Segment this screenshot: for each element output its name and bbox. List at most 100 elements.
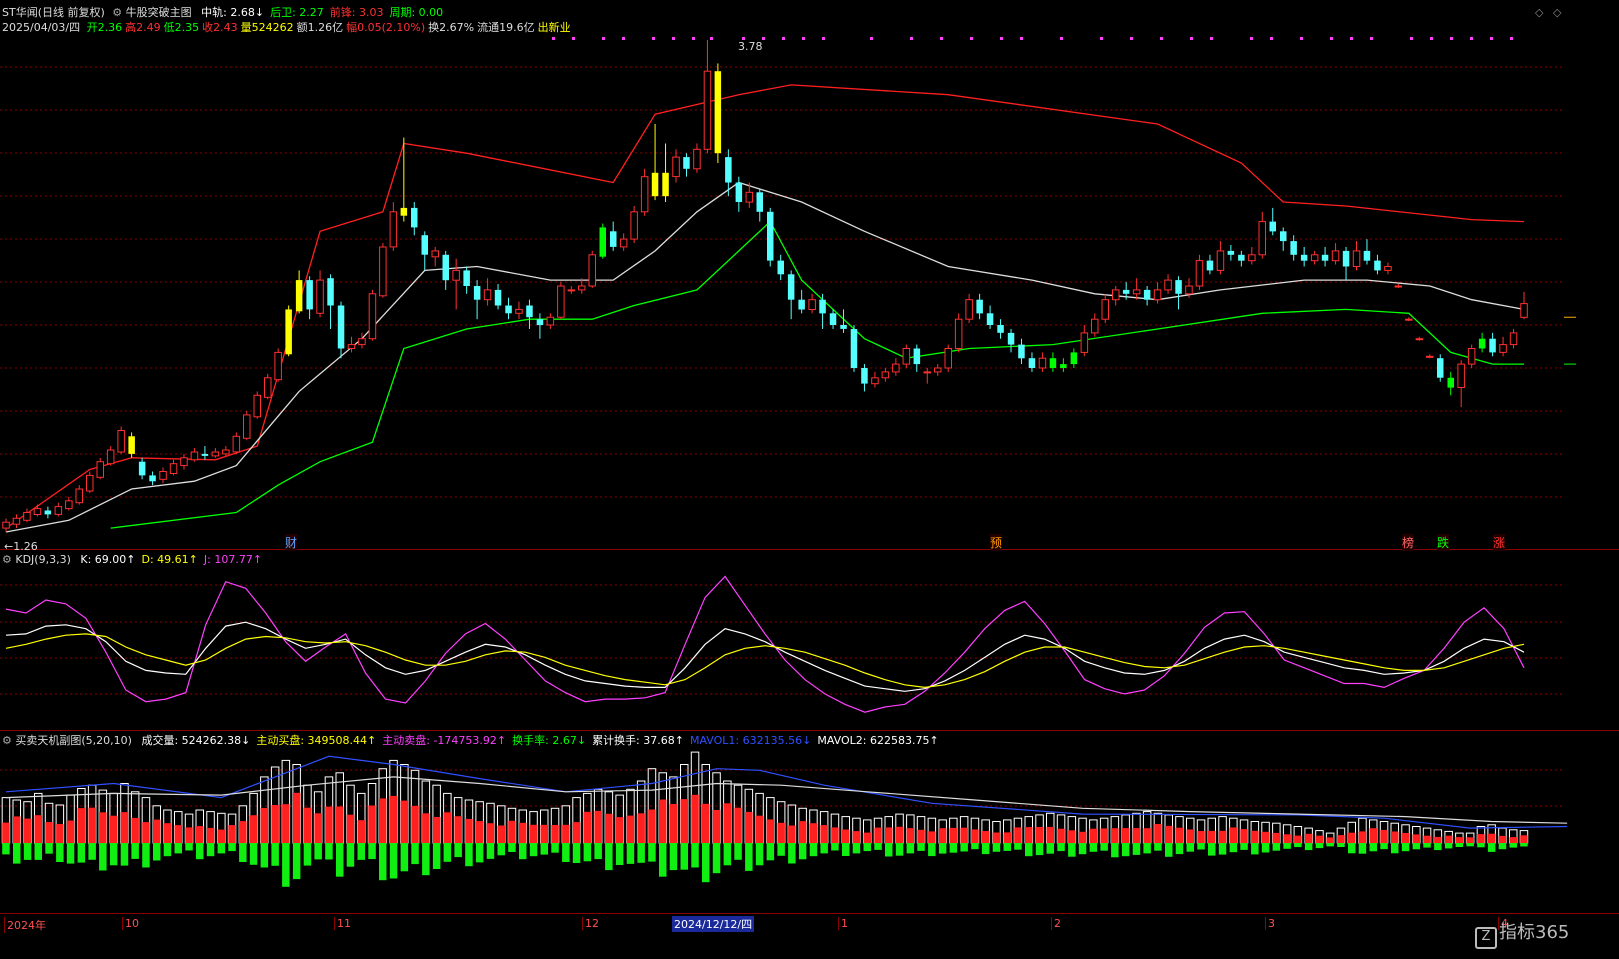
event-marker-1[interactable]: 预	[990, 534, 1003, 551]
signal-dot-14	[910, 37, 913, 40]
candle-body-51	[536, 319, 544, 326]
sell-bar-141	[1520, 843, 1528, 847]
buy-bar-13	[142, 822, 150, 843]
candle-body-52	[546, 316, 555, 326]
candle-body-31	[327, 278, 334, 306]
logo-mark-icon: Z	[1475, 927, 1497, 949]
sell-bar-56	[605, 843, 613, 871]
sell-bar-68	[734, 843, 742, 860]
sell-bar-30	[325, 843, 333, 860]
buy-bar-64	[691, 794, 699, 843]
sell-bar-135	[1455, 843, 1464, 847]
candle-body-42	[442, 254, 449, 281]
sell-bar-55	[594, 843, 602, 860]
sell-bar-128	[1380, 843, 1388, 850]
sell-bar-27	[292, 843, 301, 880]
candle-body-113	[1185, 285, 1193, 295]
buy-bar-42	[454, 816, 462, 843]
buy-bar-123	[1326, 837, 1334, 843]
sell-bar-111	[1197, 843, 1205, 850]
buy-bar-53	[572, 822, 581, 843]
candle-body-98	[1028, 358, 1036, 368]
sell-bar-20	[217, 843, 226, 854]
candle-body-105	[1101, 299, 1109, 320]
candle-body-11	[117, 430, 125, 453]
candle-body-63	[662, 172, 669, 197]
candle-body-16	[169, 463, 178, 475]
candle-body-82	[861, 368, 868, 384]
sell-bar-124	[1337, 843, 1345, 847]
candle-body-90	[944, 348, 952, 369]
sell-bar-34	[368, 843, 376, 860]
signal-dot-23	[1190, 37, 1193, 40]
buy-bar-138	[1487, 833, 1496, 843]
candle-body-128	[1342, 250, 1350, 267]
sell-bar-85	[917, 843, 925, 851]
stock-chart[interactable]	[0, 0, 1619, 959]
sell-bar-122	[1315, 843, 1324, 849]
candle-body-119	[1248, 254, 1256, 262]
sell-bar-106	[1143, 843, 1151, 854]
candle-body-116	[1216, 250, 1225, 271]
buy-bar-60	[648, 809, 656, 843]
candle-body-30	[316, 279, 324, 314]
sell-bar-140	[1509, 843, 1517, 848]
candle-body-20	[211, 451, 220, 457]
candle-body-26	[274, 351, 282, 381]
sell-bar-78	[842, 843, 850, 856]
buy-bar-44	[475, 821, 484, 843]
signal-dot-16	[970, 37, 973, 40]
event-marker-3[interactable]: 跌	[1437, 534, 1450, 551]
sell-bar-125	[1348, 843, 1356, 854]
buy-bar-136	[1466, 837, 1474, 843]
signal-dot-12	[822, 37, 825, 40]
sell-bar-58	[626, 843, 635, 864]
candle-body-124	[1300, 254, 1308, 261]
buy-bar-134	[1444, 835, 1453, 843]
sell-bar-18	[196, 843, 204, 860]
buy-bar-117	[1261, 831, 1270, 843]
candle-body-46	[483, 289, 492, 301]
buy-bar-90	[971, 829, 979, 843]
candle-body-88	[923, 371, 931, 374]
sell-bar-19	[206, 843, 215, 857]
mavol1-line	[5, 755, 1568, 829]
candle-body-41	[431, 250, 439, 258]
candle-body-21	[222, 449, 230, 455]
buy-bar-114	[1229, 827, 1238, 843]
candle-body-106	[1112, 289, 1120, 301]
candle-body-75	[787, 274, 795, 300]
buy-bar-133	[1434, 836, 1442, 843]
event-marker-4[interactable]: 涨	[1493, 534, 1506, 551]
candle-body-99	[1038, 357, 1047, 369]
logo-text: 指标365	[1499, 922, 1570, 943]
candle-body-83	[871, 377, 879, 385]
candle-body-134	[1405, 318, 1413, 321]
candle-body-77	[808, 299, 816, 311]
candle-body-47	[494, 289, 502, 306]
buy-bar-83	[895, 826, 904, 843]
buy-bar-6	[66, 820, 75, 843]
signal-dot-4	[652, 37, 655, 40]
upper-band-line	[5, 84, 1525, 529]
sell-bar-50	[540, 843, 548, 855]
candle-body-36	[379, 246, 387, 297]
candle-body-104	[1091, 318, 1099, 334]
buy-bar-27	[292, 792, 301, 843]
sell-bar-31	[336, 843, 344, 877]
candle-body-71	[745, 191, 754, 203]
candle-body-64	[672, 156, 680, 178]
buy-bar-37	[400, 800, 409, 843]
candle-body-69	[725, 157, 732, 183]
candle-body-7	[75, 488, 83, 504]
buy-bar-112	[1208, 830, 1216, 843]
signal-dot-19	[1060, 37, 1063, 40]
candle-body-8	[86, 474, 94, 492]
event-marker-2[interactable]: 榜	[1402, 534, 1415, 551]
buy-bar-21	[228, 825, 236, 843]
event-marker-0[interactable]: 财	[285, 534, 298, 551]
candle-body-127	[1331, 250, 1340, 262]
candle-body-62	[651, 172, 659, 197]
buy-bar-140	[1509, 837, 1517, 843]
candle-body-78	[819, 299, 826, 314]
